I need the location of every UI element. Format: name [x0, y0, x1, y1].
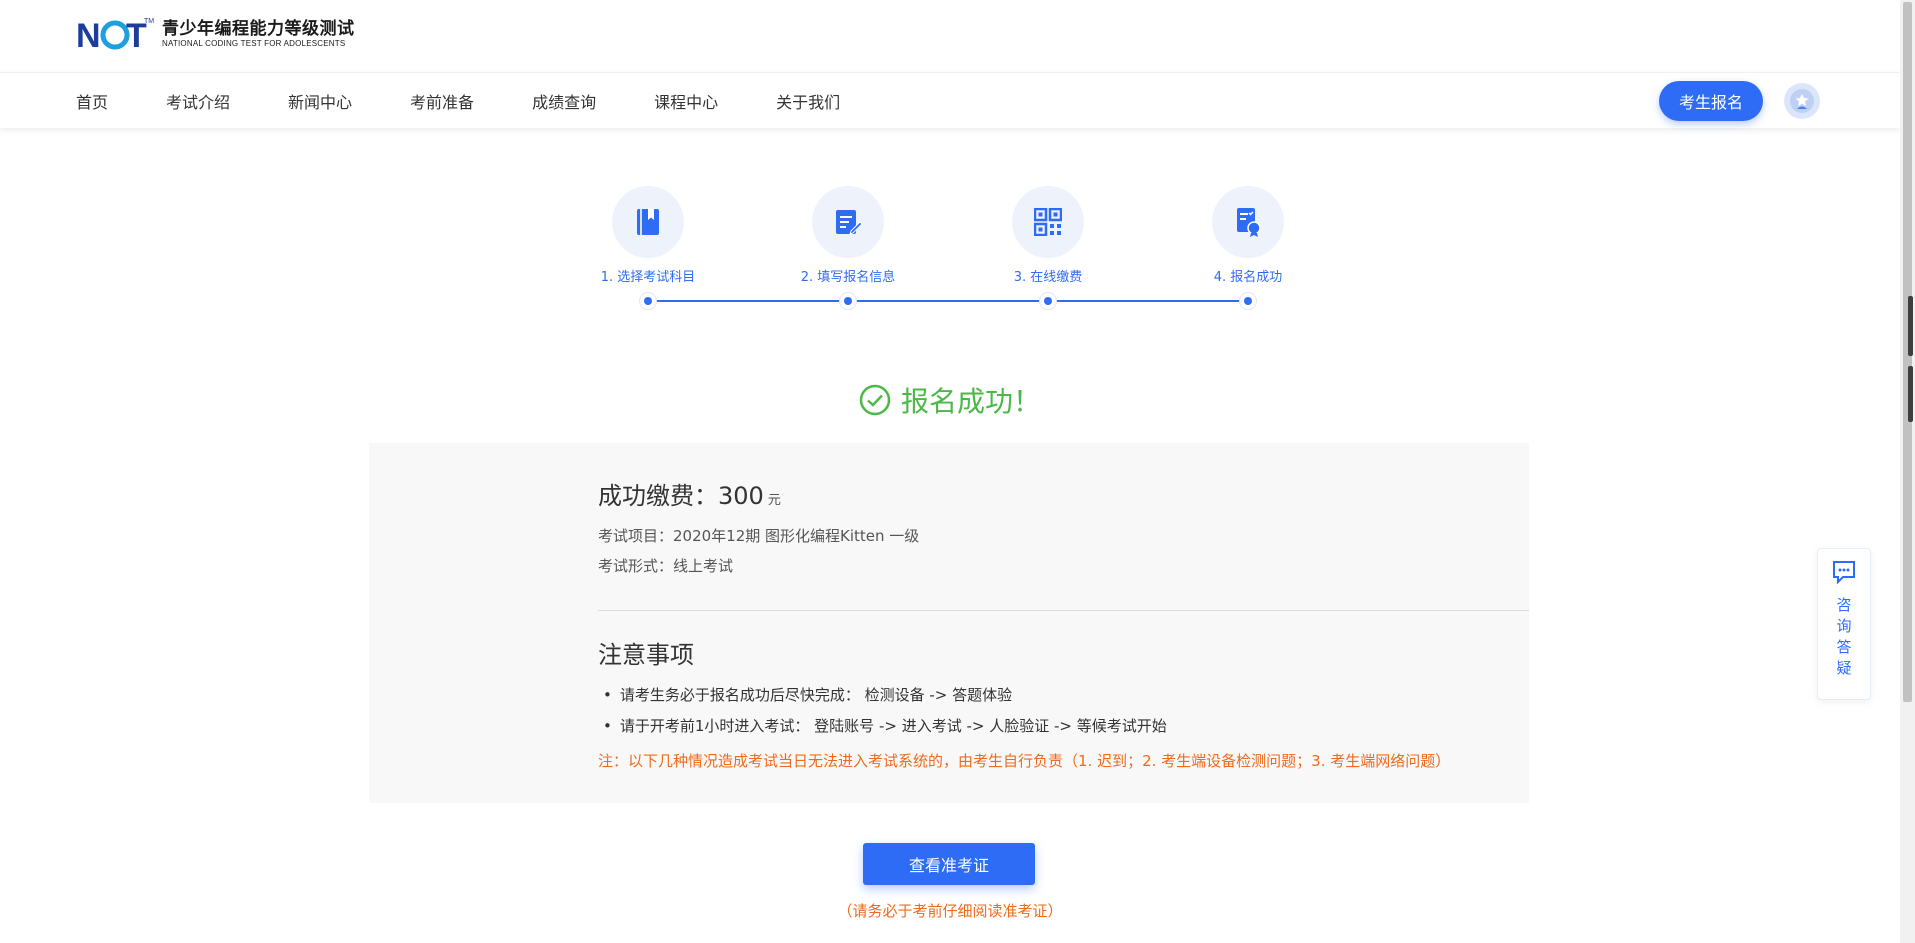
- avatar[interactable]: [1784, 83, 1820, 119]
- step-4-dot: [1240, 293, 1256, 309]
- payment-amount: 300: [718, 482, 764, 510]
- exam-item: 考试项目：2020年12期 图形化编程Kitten 一级: [598, 527, 920, 545]
- nav-item-home[interactable]: 首页: [76, 89, 108, 113]
- notice-warning: 注：以下几种情况造成考试当日无法进入考试系统的，由考生自行负责（1. 迟到；2.…: [598, 752, 1451, 770]
- qrcode-icon: [1034, 208, 1062, 236]
- step-1-label: 1. 选择考试科目: [600, 270, 696, 285]
- svg-text:N: N: [76, 17, 101, 54]
- scrollbar-marker: [1908, 296, 1913, 356]
- step-connector: [848, 300, 1048, 302]
- step-connector: [648, 300, 848, 302]
- step-4-circle: [1212, 186, 1284, 258]
- nct-logo-icon: N T TM: [76, 17, 154, 54]
- payment-line: 成功缴费：300 元: [598, 476, 781, 511]
- notice-item: 请于开考前1小时进入考试： 登陆账号 -> 进入考试 -> 人脸验证 -> 等候…: [603, 715, 1167, 736]
- notice-item: 请考生务必于报名成功后尽快完成： 检测设备 -> 答题体验: [603, 684, 1012, 705]
- step-3: 3. 在线缴费: [973, 186, 1123, 285]
- page-scrollbar[interactable]: [1900, 0, 1915, 943]
- main-nav: 首页 考试介绍 新闻中心 考前准备 成绩查询 课程中心 关于我们 考生报名: [0, 72, 1900, 128]
- consult-label: 咨询答疑: [1818, 595, 1870, 679]
- svg-text:TM: TM: [144, 18, 154, 25]
- site-logo[interactable]: N T TM 青少年编程能力等级测试 NATIONAL CODING TEST …: [76, 14, 355, 54]
- header-logo-bar: N T TM 青少年编程能力等级测试 NATIONAL CODING TEST …: [0, 0, 1900, 72]
- step-2-circle: [812, 186, 884, 258]
- step-2: 2. 填写报名信息: [773, 186, 923, 285]
- nav-item-courses[interactable]: 课程中心: [654, 89, 718, 113]
- logo-name-en: NATIONAL CODING TEST FOR ADOLESCENTS: [162, 39, 346, 48]
- scrollbar-marker: [1908, 366, 1913, 422]
- step-3-dot: [1040, 293, 1056, 309]
- logo-name-cn: 青少年编程能力等级测试: [162, 19, 355, 39]
- registration-info-panel: 成功缴费：300 元 考试项目：2020年12期 图形化编程Kitten 一级 考…: [369, 443, 1529, 803]
- edit-form-icon: [836, 210, 863, 235]
- success-banner: 报名成功！: [0, 380, 1900, 420]
- nav-item-score-query[interactable]: 成绩查询: [532, 89, 596, 113]
- register-button[interactable]: 考生报名: [1659, 81, 1763, 121]
- step-2-label: 2. 填写报名信息: [800, 270, 896, 285]
- certificate-icon: [1237, 208, 1261, 237]
- step-1: 1. 选择考试科目: [573, 186, 723, 285]
- check-circle-icon: [859, 384, 891, 416]
- nav-item-news[interactable]: 新闻中心: [288, 89, 352, 113]
- consult-label-text: 咨询答疑: [1836, 596, 1852, 677]
- payment-unit: 元: [767, 493, 781, 508]
- notice-title: 注意事项: [598, 641, 694, 669]
- step-connector: [1048, 300, 1248, 302]
- admission-ticket-hint: （请务必于考前仔细阅读准考证）: [837, 902, 1063, 920]
- step-1-dot: [640, 293, 656, 309]
- step-3-label: 3. 在线缴费: [1013, 270, 1083, 285]
- user-avatar-icon: [1790, 89, 1814, 113]
- registration-steps: 1. 选择考试科目 2. 填写报名信息 3. 在线缴费 4. 报名成功: [580, 186, 1300, 316]
- nav-item-about[interactable]: 关于我们: [776, 89, 840, 113]
- divider: [598, 610, 1529, 611]
- payment-label: 成功缴费：: [598, 482, 718, 510]
- view-admission-ticket-button[interactable]: 查看准考证: [863, 843, 1035, 885]
- step-1-circle: [612, 186, 684, 258]
- consult-widget[interactable]: 咨询答疑: [1817, 548, 1871, 700]
- step-4: 4. 报名成功: [1173, 186, 1323, 285]
- step-2-dot: [840, 293, 856, 309]
- nav-item-exam-prep[interactable]: 考前准备: [410, 89, 474, 113]
- exam-form: 考试形式：线上考试: [598, 557, 734, 575]
- nav-item-exam-intro[interactable]: 考试介绍: [166, 89, 230, 113]
- book-icon: [637, 209, 659, 235]
- chat-bubble-icon: [1833, 561, 1855, 585]
- step-4-label: 4. 报名成功: [1213, 270, 1283, 285]
- success-title: 报名成功！: [900, 385, 1041, 418]
- step-3-circle: [1012, 186, 1084, 258]
